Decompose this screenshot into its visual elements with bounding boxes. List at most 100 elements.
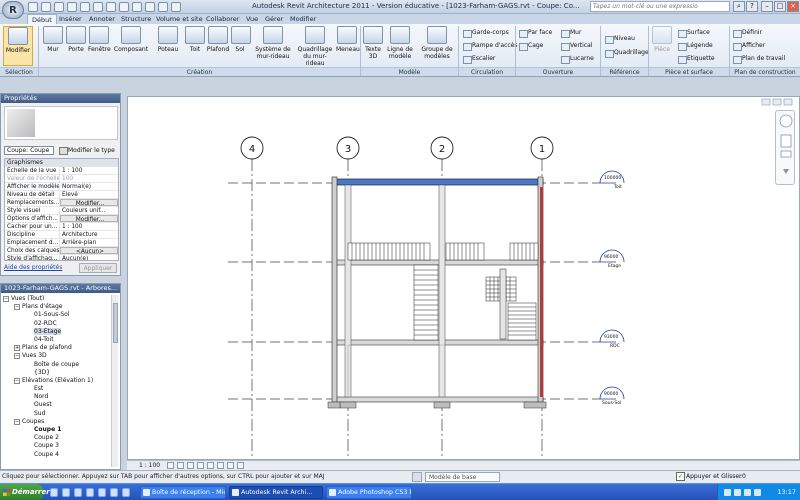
door-button[interactable]: Porte	[65, 26, 87, 66]
properties-help-link[interactable]: Aide des propriétés	[4, 264, 62, 271]
expand-icon[interactable]: +	[14, 345, 20, 352]
property-value[interactable]: Normal(e)	[60, 183, 118, 190]
browser-node[interactable]: − Elévations (Elévation 1)	[3, 377, 111, 385]
browser-node[interactable]: Coupe 2	[3, 434, 111, 442]
edit-type-button[interactable]: Modifier le type	[58, 146, 115, 155]
property-value[interactable]: Architecture	[60, 231, 118, 238]
wall-opening-button[interactable]: Mur	[560, 28, 581, 38]
maximize-icon[interactable]: □	[774, 1, 786, 12]
property-row[interactable]: Choix des calques <Aucun>	[5, 247, 118, 255]
browser-scrollbar[interactable]	[111, 295, 118, 467]
legend-button[interactable]: Légende	[677, 41, 713, 51]
property-value[interactable]: Couleurs unif...	[60, 207, 118, 214]
detail-level-icon[interactable]	[167, 462, 174, 469]
3d-view-icon[interactable]	[119, 2, 129, 12]
window-button[interactable]: Fenêtre	[88, 26, 111, 66]
tab-collaborer[interactable]: Collaborer	[202, 14, 243, 24]
browser-node[interactable]: − Vues 3D	[3, 352, 111, 360]
scrollbar-thumb[interactable]	[113, 303, 118, 343]
property-row[interactable]: Afficher le modèle Normal(e)	[5, 183, 118, 191]
property-row[interactable]: Niveau de détail Elevé	[5, 191, 118, 199]
help-search-input[interactable]: Tapez un mot-clé ou une expressio	[590, 1, 730, 12]
property-row[interactable]: Remplacements... Modifier...	[5, 199, 118, 207]
modify-button[interactable]: Modifier	[3, 26, 33, 66]
tab-annoter[interactable]: Annoter	[85, 14, 119, 24]
collapse-icon[interactable]: −	[14, 304, 20, 311]
browser-node[interactable]: Coupe 4	[3, 451, 111, 459]
property-edit-button[interactable]: Modifier...	[60, 199, 118, 206]
building-section[interactable]	[327, 176, 547, 409]
measure-icon[interactable]	[80, 2, 90, 12]
browser-node[interactable]: Ouest	[3, 401, 111, 409]
tab-inserer[interactable]: Insérer	[55, 14, 86, 24]
model-text-button[interactable]: Texte 3D	[362, 26, 384, 66]
set-workplane-button[interactable]: Définir	[732, 28, 762, 38]
tab-debut[interactable]: Début	[27, 14, 57, 24]
tab-gerer[interactable]: Gérer	[261, 14, 287, 24]
dimension-icon[interactable]	[93, 2, 103, 12]
analysis-icon[interactable]	[237, 462, 244, 469]
open-icon[interactable]	[28, 2, 38, 12]
workplane-viewer-button[interactable]: Plan de travail	[732, 54, 785, 64]
shaft-button[interactable]: Cage	[518, 41, 543, 51]
panel-piece-surface-label[interactable]: Pièce et surface	[649, 67, 729, 76]
browser-node[interactable]: − Coupes	[3, 418, 111, 426]
browser-node[interactable]: 03-Etage	[3, 327, 111, 336]
property-row[interactable]: Emplacement d... Arrière-plan	[5, 239, 118, 247]
property-group-header[interactable]: Graphismes	[5, 159, 118, 167]
property-row[interactable]: Discipline Architecture	[5, 231, 118, 239]
redo-icon[interactable]	[67, 2, 77, 12]
press-drag-checkbox[interactable]: Appuyer et Glisser	[676, 472, 742, 481]
mullion-button[interactable]: Meneau	[336, 26, 360, 66]
dormer-button[interactable]: Lucarne	[560, 54, 594, 64]
browser-node[interactable]: Nord	[3, 393, 111, 401]
apply-button[interactable]: Appliquer	[79, 263, 117, 273]
help-icon[interactable]: ?	[746, 1, 758, 12]
property-value[interactable]: 1 : 100	[60, 167, 118, 174]
quicklaunch-icon[interactable]	[122, 488, 130, 497]
design-option-selector[interactable]: Modèle de base	[425, 472, 500, 482]
property-row[interactable]: Options d'affich... Modifier...	[5, 215, 118, 223]
close-icon[interactable]: ×	[787, 1, 799, 12]
quicklaunch-icon[interactable]	[110, 488, 118, 497]
start-button[interactable]: Démarrer	[0, 484, 50, 500]
tab-structure[interactable]: Structure	[117, 14, 155, 24]
by-face-button[interactable]: Par face	[518, 28, 552, 38]
quicklaunch-icon[interactable]	[62, 488, 70, 497]
browser-node[interactable]: 02-RDC	[3, 320, 111, 328]
stair-button[interactable]: Escalier	[462, 54, 495, 64]
browser-node[interactable]: Coupe 3	[3, 442, 111, 450]
tab-vue[interactable]: Vue	[242, 14, 262, 24]
component-button[interactable]: Composant	[112, 26, 150, 66]
workset-icon[interactable]	[412, 472, 422, 482]
browser-node[interactable]: − Vues (Tout)	[3, 295, 111, 303]
filter-count[interactable]: :0	[740, 473, 746, 480]
property-edit-button[interactable]: <Aucun>	[60, 247, 118, 254]
property-row[interactable]: Cacher pour un... 1 : 100	[5, 223, 118, 231]
application-menu-button[interactable]: R	[2, 1, 24, 19]
property-row[interactable]: Style visuel Couleurs unif...	[5, 207, 118, 215]
thin-lines-icon[interactable]	[145, 2, 155, 12]
search-icon[interactable]: ⌕	[733, 1, 745, 12]
type-selector[interactable]: Coupe: Coupe	[4, 146, 54, 155]
tray-icon[interactable]	[724, 489, 731, 496]
browser-node[interactable]: Est	[3, 385, 111, 393]
reveal-hidden-icon[interactable]	[227, 462, 234, 469]
browser-node[interactable]: {3D}	[3, 369, 111, 377]
area-button[interactable]: Surface	[677, 28, 710, 38]
property-row[interactable]: Style d'affichag... Aucun(e)	[5, 255, 118, 260]
tray-icon[interactable]	[744, 489, 751, 496]
shadows-icon[interactable]	[187, 462, 194, 469]
property-value[interactable]: 100	[60, 175, 118, 182]
tag-button[interactable]: Etiquette	[677, 54, 715, 64]
save-icon[interactable]	[41, 2, 51, 12]
hide-isolate-icon[interactable]	[217, 462, 224, 469]
drawing-area[interactable]: 4 3 2 1 100000 Toit 96000 Etage 93000 RD…	[127, 96, 800, 460]
browser-node[interactable]: + Plans de plafond	[3, 344, 111, 352]
section-icon[interactable]	[132, 2, 142, 12]
browser-node[interactable]: 01-Sous-Sol	[3, 311, 111, 319]
property-value[interactable]: Elevé	[60, 191, 118, 198]
property-value[interactable]: Arrière-plan	[60, 239, 118, 246]
tray-icon[interactable]	[734, 489, 741, 496]
task-revit[interactable]: Autodesk Revit Archi...	[229, 486, 323, 499]
